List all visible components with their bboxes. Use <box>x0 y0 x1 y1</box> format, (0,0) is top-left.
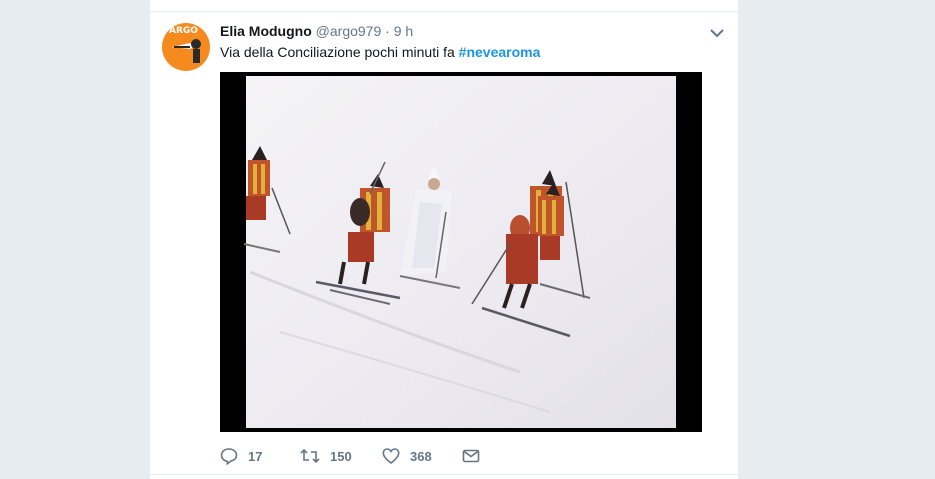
tweet-text-body: Via della Conciliazione pochi minuti fa <box>220 44 459 60</box>
retweet-button[interactable]: 150 <box>300 446 352 466</box>
tweet-header: Elia Modugno @argo979 · 9 h <box>220 23 413 39</box>
retweet-count: 150 <box>330 448 352 464</box>
author-handle[interactable]: @argo979 <box>316 23 382 39</box>
like-count: 368 <box>410 448 432 464</box>
tweet-timestamp[interactable]: 9 h <box>394 23 413 39</box>
tweet-media-video[interactable] <box>220 72 702 432</box>
reply-button[interactable]: 17 <box>220 446 262 466</box>
hashtag-link[interactable]: #nevearoma <box>459 44 541 60</box>
media-frame <box>243 76 676 428</box>
tweet-divider <box>150 474 738 475</box>
avatar[interactable]: ARGO <box>162 23 210 71</box>
timeline-column: ARGO Elia Modugno @argo979 · 9 h Via del… <box>150 0 738 479</box>
avatar-logo-text: ARGO <box>169 26 198 36</box>
reply-count: 17 <box>248 448 263 464</box>
separator-dot: · <box>385 23 390 39</box>
retweet-icon <box>300 448 320 464</box>
chevron-down-icon[interactable] <box>708 26 726 40</box>
tweet-text: Via della Conciliazione pochi minuti fa … <box>220 44 540 60</box>
tweet-actions: 17 150 368 <box>220 446 620 466</box>
heart-icon <box>382 448 400 465</box>
envelope-icon <box>462 449 480 463</box>
like-button[interactable]: 368 <box>382 446 432 466</box>
reply-icon <box>220 448 238 465</box>
direct-message-button[interactable] <box>462 446 490 466</box>
author-name[interactable]: Elia Modugno <box>220 23 312 39</box>
previous-tweet-edge <box>150 0 738 12</box>
